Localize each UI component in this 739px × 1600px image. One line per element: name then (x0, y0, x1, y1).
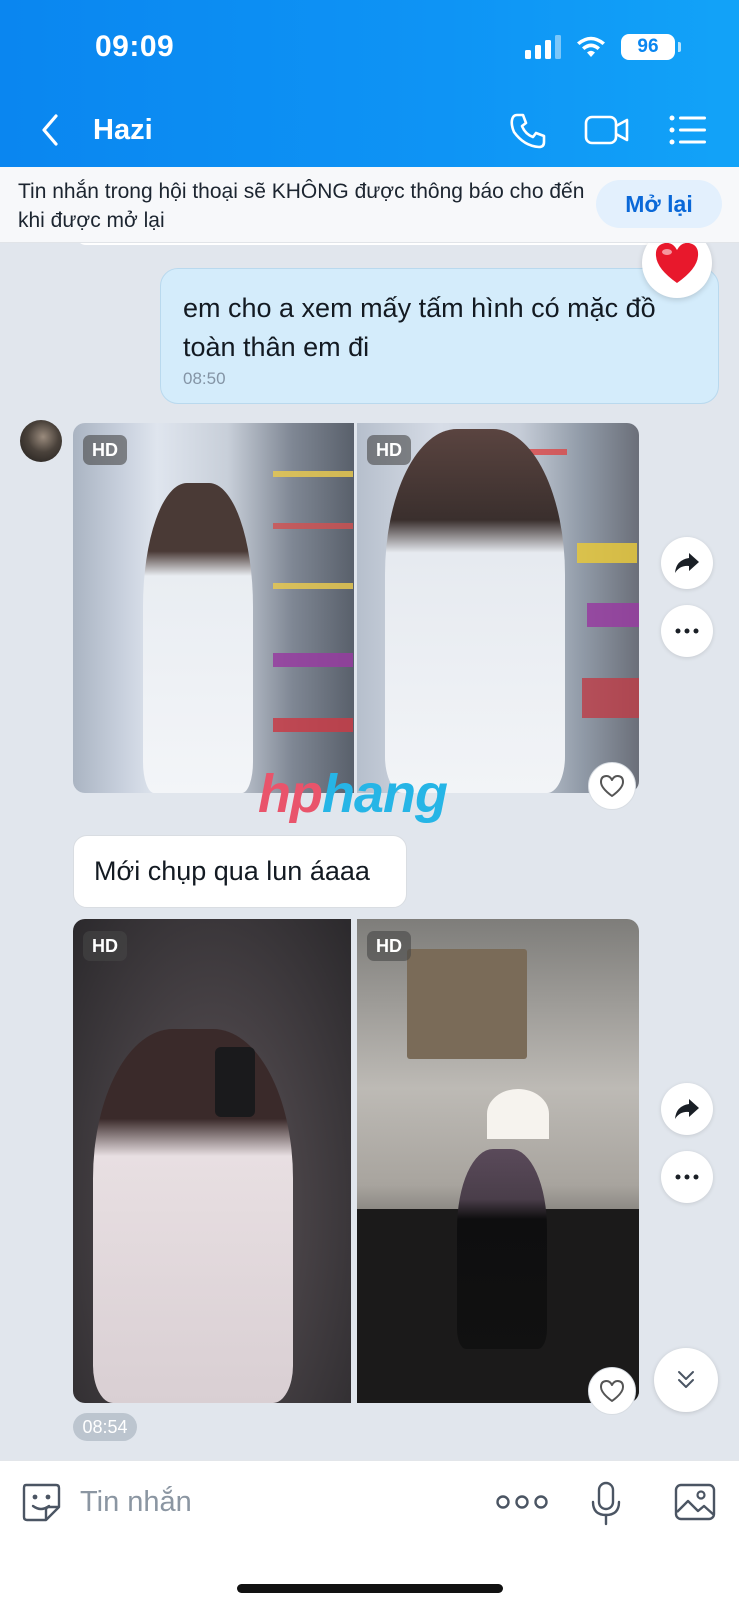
mute-banner-text: Tin nhắn trong hội thoại sẽ KHÔNG được t… (18, 180, 585, 232)
message-time-chip: 08:54 (73, 1413, 137, 1441)
contact-name[interactable]: Hazi (93, 114, 153, 147)
unmute-button[interactable]: Mở lại (596, 180, 722, 228)
incoming-message-bubble[interactable]: Mới chụp qua lun áaaa (73, 835, 407, 908)
back-arrow-icon[interactable] (32, 110, 68, 150)
hd-badge: HD (367, 931, 411, 961)
hd-badge: HD (83, 931, 127, 961)
like-button[interactable] (588, 1367, 636, 1415)
forward-button[interactable] (661, 537, 713, 589)
like-button[interactable] (588, 762, 636, 810)
menu-list-icon[interactable] (668, 112, 708, 148)
more-actions-icon[interactable] (496, 1489, 548, 1515)
message-time: 08:50 (183, 369, 226, 388)
hd-badge: HD (83, 435, 127, 465)
status-time: 09:09 (95, 30, 175, 63)
sender-avatar[interactable] (20, 420, 62, 462)
hd-badge: HD (367, 435, 411, 465)
ellipsis-icon (675, 1174, 699, 1180)
ellipsis-icon (675, 628, 699, 634)
sticker-icon[interactable] (20, 1481, 62, 1523)
previous-message-card (76, 243, 656, 245)
chevrons-down-icon (678, 1371, 694, 1388)
photo-2[interactable]: HD (357, 423, 639, 793)
watermark-part-1: hp (258, 764, 323, 824)
photo-1[interactable]: HD (73, 423, 354, 793)
home-indicator[interactable] (237, 1584, 503, 1593)
message-input[interactable] (80, 1475, 460, 1529)
heart-icon (655, 243, 699, 283)
battery-indicator: 96 (621, 34, 681, 60)
photo-3[interactable]: HD (73, 919, 351, 1403)
outgoing-message-text: em cho a xem mấy tấm hình có mặc đồ toàn… (183, 293, 656, 362)
forward-arrow-icon (675, 1099, 699, 1119)
forward-arrow-icon (675, 553, 699, 573)
gallery-icon[interactable] (674, 1482, 716, 1522)
chat-area[interactable]: em cho a xem mấy tấm hình có mặc đồ toàn… (0, 243, 739, 1460)
video-call-icon[interactable] (584, 110, 630, 150)
wifi-icon (577, 36, 605, 57)
phone-icon[interactable] (508, 111, 548, 151)
outgoing-message-bubble[interactable]: em cho a xem mấy tấm hình có mặc đồ toàn… (160, 268, 719, 404)
mute-banner: Tin nhắn trong hội thoại sẽ KHÔNG được t… (0, 167, 739, 243)
more-options-button[interactable] (661, 605, 713, 657)
status-icons: 96 (525, 34, 681, 60)
message-composer (0, 1460, 739, 1600)
watermark-logo: hphang (258, 763, 448, 825)
more-options-button[interactable] (661, 1151, 713, 1203)
top-bar: 09:09 96 Hazi (0, 0, 739, 167)
signal-icon (525, 35, 561, 59)
microphone-icon[interactable] (590, 1481, 622, 1527)
heart-outline-icon (600, 775, 624, 797)
watermark-part-2: hang (321, 764, 448, 824)
forward-button[interactable] (661, 1083, 713, 1135)
heart-outline-icon (600, 1380, 624, 1402)
scroll-to-bottom-button[interactable] (654, 1348, 718, 1412)
photo-4[interactable]: HD (357, 919, 639, 1403)
